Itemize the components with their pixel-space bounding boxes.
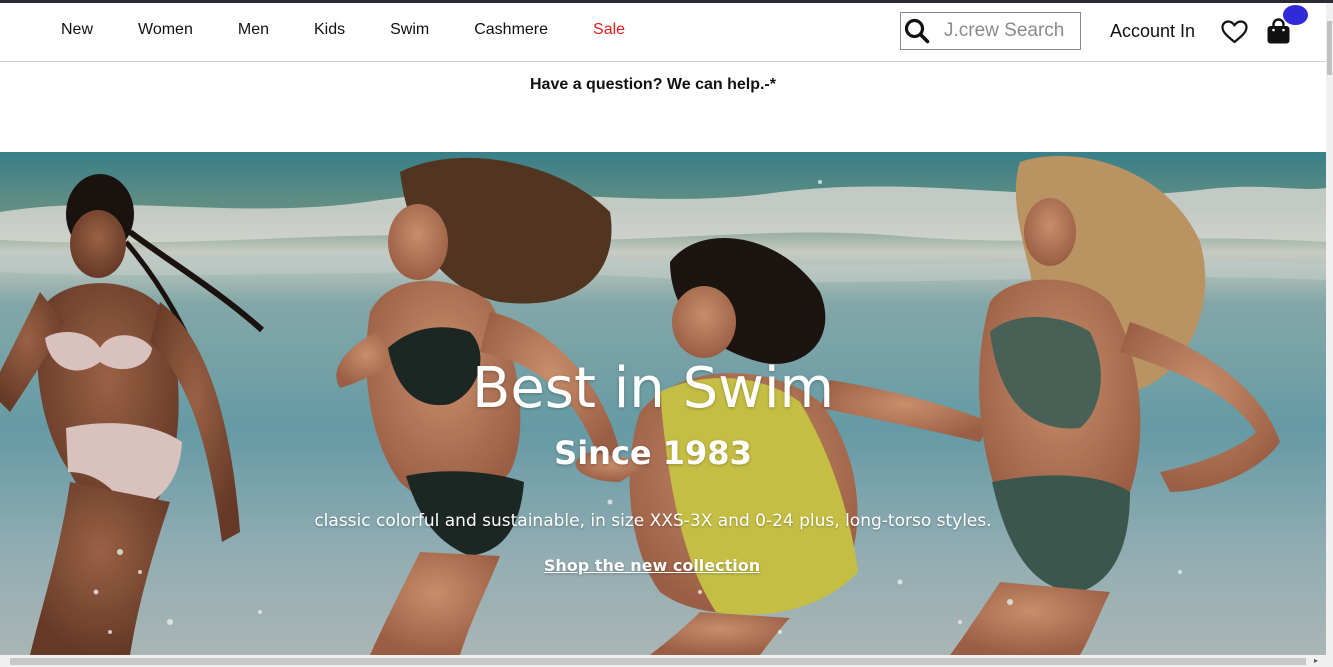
- horizontal-scrollbar[interactable]: ▸: [0, 655, 1333, 667]
- nav-item-kids[interactable]: Kids: [314, 21, 345, 39]
- hero-subtitle: Since 1983: [554, 434, 752, 472]
- page-viewport: New Women Men Kids Swim Cashmere Sale Ac…: [0, 3, 1326, 655]
- vertical-scrollbar-thumb[interactable]: [1327, 21, 1332, 75]
- nav-item-men[interactable]: Men: [238, 21, 269, 39]
- vertical-scrollbar[interactable]: [1326, 3, 1333, 655]
- nav-item-women[interactable]: Women: [138, 21, 193, 39]
- nav-item-sale[interactable]: Sale: [593, 21, 625, 39]
- heart-icon[interactable]: [1221, 20, 1248, 44]
- nav-item-new[interactable]: New: [61, 21, 93, 39]
- scroll-right-arrow-icon[interactable]: ▸: [1314, 656, 1318, 665]
- account-link[interactable]: Account In: [1110, 21, 1195, 42]
- search-input[interactable]: [932, 16, 1080, 46]
- search-box[interactable]: [900, 12, 1081, 50]
- hero-cta-wrapper: Shop the new collection: [0, 556, 1304, 576]
- help-banner[interactable]: Have a question? We can help.-*: [0, 76, 1306, 94]
- hero-title: Best in Swim: [471, 356, 835, 421]
- cart-count-badge: [1283, 5, 1308, 25]
- site-header: New Women Men Kids Swim Cashmere Sale Ac…: [0, 3, 1326, 62]
- hero-description: classic colorful and sustainable, in siz…: [314, 511, 992, 531]
- horizontal-scrollbar-thumb[interactable]: [10, 658, 1306, 665]
- search-icon[interactable]: [902, 13, 932, 49]
- shop-collection-link[interactable]: Shop the new collection: [544, 556, 760, 575]
- nav-item-cashmere[interactable]: Cashmere: [474, 21, 548, 39]
- nav-item-swim[interactable]: Swim: [390, 21, 429, 39]
- hero-banner: Best in Swim Since 1983 classic colorful…: [0, 152, 1326, 655]
- main-nav: New Women Men Kids Swim Cashmere Sale: [61, 21, 670, 39]
- browser-frame: New Women Men Kids Swim Cashmere Sale Ac…: [0, 0, 1333, 667]
